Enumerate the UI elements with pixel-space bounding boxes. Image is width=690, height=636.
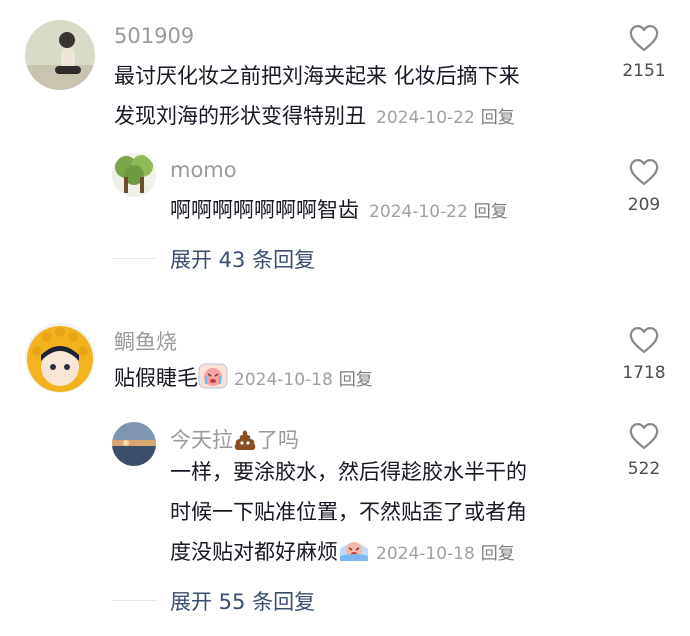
avatar[interactable] [112, 153, 156, 197]
reply-text-row: 啊啊啊啊啊啊啊智齿 2024-10-22 回复 [170, 190, 508, 232]
crying-face-sticker-icon [198, 363, 228, 389]
comment-username[interactable]: 501909 [114, 24, 194, 48]
like-count: 522 [627, 459, 661, 479]
heart-icon[interactable] [629, 158, 659, 186]
expand-divider [113, 258, 157, 259]
expand-replies-button[interactable]: 展开 43 条回复 [170, 244, 315, 274]
reply-line-last: 度没贴对都好麻烦 2024-10-18 回复 [170, 532, 610, 574]
comment-date: 2024-10-22 [376, 108, 475, 128]
avatar[interactable] [112, 422, 156, 466]
like-button[interactable]: 2151 [614, 24, 674, 81]
crying-face-sticker-icon [340, 542, 368, 561]
comment-username[interactable]: 鲷鱼烧 [114, 326, 177, 356]
reply-button[interactable]: 回复 [339, 370, 373, 390]
poop-icon [234, 430, 256, 450]
reply-text: 啊啊啊啊啊啊啊智齿 [170, 198, 359, 222]
reply-username[interactable]: momo [170, 158, 237, 182]
reply-date: 2024-10-18 [376, 544, 475, 564]
reply-line: 度没贴对都好麻烦 [170, 540, 338, 564]
comment-text: 贴假睫毛 [114, 366, 198, 390]
reply-date: 2024-10-22 [369, 202, 468, 222]
expand-divider [113, 600, 157, 601]
expand-replies-button[interactable]: 展开 55 条回复 [170, 586, 315, 616]
comment-line: 最讨厌化妆之前把刘海夹起来 化妆后摘下来 [114, 64, 520, 88]
like-button[interactable]: 522 [614, 422, 674, 479]
comment-text-row: 贴假睫毛 2024-10-18 回复 [114, 358, 373, 400]
comment-line-last: 发现刘海的形状变得特别丑 2024-10-22 回复 [114, 96, 614, 138]
avatar[interactable] [25, 20, 95, 90]
reply-line: 一样，要涂胶水，然后得趁胶水半干的 [170, 460, 527, 484]
like-count: 2151 [622, 61, 666, 81]
like-count: 209 [627, 195, 661, 215]
reply-username-suffix[interactable]: 了吗 [257, 428, 299, 452]
reply-button[interactable]: 回复 [481, 108, 515, 128]
reply-button[interactable]: 回复 [481, 544, 515, 564]
reply-username-row[interactable]: 今天拉 了吗 [170, 424, 299, 454]
reply-username[interactable]: 今天拉 [170, 428, 233, 452]
reply-line: 时候一下贴准位置，不然贴歪了或者角 [170, 500, 527, 524]
heart-icon[interactable] [629, 326, 659, 354]
like-button[interactable]: 209 [614, 158, 674, 215]
comment-text: 最讨厌化妆之前把刘海夹起来 化妆后摘下来 发现刘海的形状变得特别丑 2024-10… [114, 56, 614, 138]
comment-line: 发现刘海的形状变得特别丑 [114, 104, 366, 128]
avatar[interactable] [25, 323, 95, 393]
reply-text: 一样，要涂胶水，然后得趁胶水半干的 时候一下贴准位置，不然贴歪了或者角 度没贴对… [170, 452, 610, 574]
heart-icon[interactable] [629, 422, 659, 450]
heart-icon[interactable] [629, 24, 659, 52]
reply-button[interactable]: 回复 [474, 202, 508, 222]
like-count: 1718 [622, 363, 666, 383]
comment-date: 2024-10-18 [234, 370, 333, 390]
like-button[interactable]: 1718 [614, 326, 674, 383]
